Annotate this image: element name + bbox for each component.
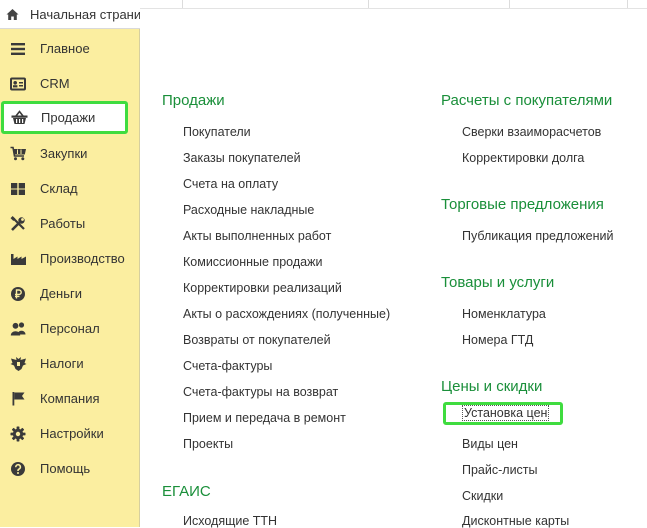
sidebar-item-warehouse[interactable]: Склад <box>0 171 140 206</box>
sidebar-item-taxes[interactable]: Налоги <box>0 346 140 381</box>
sidebar-item-purchases[interactable]: Закупки <box>0 136 140 171</box>
link-commission-sales[interactable]: Комиссионные продажи <box>183 255 322 269</box>
home-icon <box>6 8 19 20</box>
link-return-vat-invoices[interactable]: Счета-фактуры на возврат <box>183 385 338 399</box>
link-debt-adjustments[interactable]: Корректировки долга <box>462 151 584 165</box>
section-title-sales: Продажи <box>162 92 225 109</box>
link-projects[interactable]: Проекты <box>183 437 233 451</box>
link-repair-transfer[interactable]: Прием и передача в ремонт <box>183 411 346 425</box>
sidebar-item-label: Продажи <box>41 110 96 125</box>
sidebar-item-label: Настройки <box>40 426 104 441</box>
link-sales-waybills[interactable]: Расходные накладные <box>183 203 314 217</box>
sidebar-item-main[interactable]: Главное <box>0 31 140 66</box>
sidebar-item-label: Деньги <box>40 286 82 301</box>
home-tab-label: Начальная страница <box>30 6 140 22</box>
warehouse-grid-icon <box>9 180 27 198</box>
ruble-coin-icon <box>9 285 27 303</box>
help-icon <box>9 460 27 478</box>
link-price-lists[interactable]: Прайс-листы <box>462 463 538 477</box>
section-title-offers: Торговые предложения <box>441 196 604 213</box>
menu-lines-icon <box>9 40 27 58</box>
section-title-egais: ЕГАИС <box>162 483 211 500</box>
sidebar-item-label: Склад <box>40 181 78 196</box>
contact-card-icon <box>9 75 27 93</box>
sidebar-item-label: Работы <box>40 216 86 231</box>
flag-icon <box>9 390 27 408</box>
link-price-types[interactable]: Виды цен <box>462 437 518 451</box>
link-discounts[interactable]: Скидки <box>462 489 503 503</box>
sidebar-item-staff[interactable]: Персонал <box>0 311 140 346</box>
tools-icon <box>9 215 27 233</box>
factory-icon <box>9 250 27 268</box>
sidebar-item-company[interactable]: Компания <box>0 381 140 416</box>
sidebar-item-settings[interactable]: Настройки <box>0 416 140 451</box>
link-discount-cards[interactable]: Дисконтные карты <box>462 514 569 528</box>
link-invoices-for-payment[interactable]: Счета на оплату <box>183 177 278 191</box>
strip-divider <box>182 0 183 8</box>
link-set-prices-label: Установка цен <box>462 405 550 421</box>
sidebar-item-crm[interactable]: CRM <box>0 66 140 101</box>
strip-divider <box>509 0 510 8</box>
sidebar-item-sales[interactable]: Продажи <box>1 101 128 134</box>
link-gtd-numbers[interactable]: Номера ГТД <box>462 333 533 347</box>
section-title-settlements: Расчеты с покупателями <box>441 92 613 109</box>
link-set-prices[interactable]: Установка цен <box>443 402 564 425</box>
sidebar-item-production[interactable]: Производство <box>0 241 140 276</box>
basket-icon <box>10 109 28 127</box>
sidebar-item-help[interactable]: Помощь <box>0 451 140 486</box>
strip-divider <box>627 0 628 8</box>
sidebar-item-label: Главное <box>40 41 90 56</box>
sidebar-item-label: Закупки <box>40 146 88 161</box>
top-strip <box>140 0 647 9</box>
link-customers[interactable]: Покупатели <box>183 125 251 139</box>
eagle-emblem-icon <box>9 355 27 373</box>
section-title-prices: Цены и скидки <box>441 378 543 395</box>
link-sales-adjustments[interactable]: Корректировки реализаций <box>183 281 342 295</box>
sidebar-item-label: Производство <box>40 251 125 266</box>
link-discrepancy-acts[interactable]: Акты о расхождениях (полученные) <box>183 307 390 321</box>
sidebar: Главное CRM Продажи Закупки Склад Работы <box>0 29 140 527</box>
sidebar-item-works[interactable]: Работы <box>0 206 140 241</box>
sidebar-item-label: Компания <box>40 391 100 406</box>
gear-icon <box>9 425 27 443</box>
link-nomenclature[interactable]: Номенклатура <box>462 307 546 321</box>
section-title-goods: Товары и услуги <box>441 274 555 291</box>
sidebar-item-label: CRM <box>40 76 70 91</box>
people-icon <box>9 320 27 338</box>
link-vat-invoices[interactable]: Счета-фактуры <box>183 359 272 373</box>
sidebar-item-label: Налоги <box>40 356 84 371</box>
link-customer-returns[interactable]: Возвраты от покупателей <box>183 333 331 347</box>
sidebar-item-label: Помощь <box>40 461 91 476</box>
home-tab[interactable]: Начальная страница <box>0 0 140 29</box>
cart-icon <box>9 145 27 163</box>
link-outgoing-ttn[interactable]: Исходящие ТТН <box>183 514 277 528</box>
link-customer-orders[interactable]: Заказы покупателей <box>183 151 301 165</box>
link-reconciliation[interactable]: Сверки взаиморасчетов <box>462 125 601 139</box>
main-content: Продажи Покупатели Заказы покупателей Сч… <box>141 9 647 528</box>
link-publish-offers[interactable]: Публикация предложений <box>462 229 613 243</box>
sidebar-item-money[interactable]: Деньги <box>0 276 140 311</box>
strip-divider <box>368 0 369 8</box>
link-work-acts[interactable]: Акты выполненных работ <box>183 229 331 243</box>
sidebar-item-label: Персонал <box>40 321 100 336</box>
